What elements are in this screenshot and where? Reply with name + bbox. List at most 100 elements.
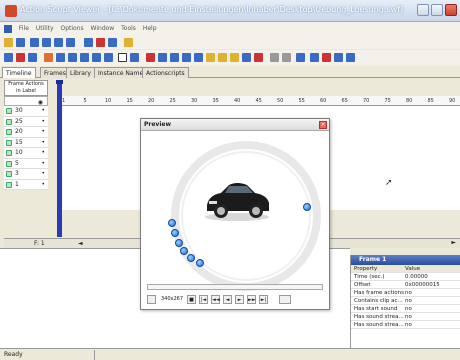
help-icon[interactable] bbox=[124, 38, 133, 47]
rewind-button[interactable]: ◄◄ bbox=[211, 295, 220, 304]
button-icon[interactable] bbox=[80, 53, 89, 62]
stop-icon[interactable] bbox=[16, 53, 25, 62]
first-frame-button[interactable]: |◄ bbox=[199, 295, 208, 304]
paste-icon[interactable] bbox=[282, 53, 291, 62]
layer-item[interactable]: 15 • bbox=[4, 137, 48, 148]
layer-item[interactable]: 3 • bbox=[4, 169, 48, 180]
last-frame-button[interactable]: ►| bbox=[259, 295, 268, 304]
font-icon[interactable] bbox=[104, 53, 113, 62]
shape-icon[interactable] bbox=[68, 53, 77, 62]
layer-icon bbox=[6, 171, 12, 177]
layer-label: 10 bbox=[15, 149, 23, 156]
tab-library[interactable]: Library bbox=[66, 67, 95, 78]
step-back-button[interactable]: ◄ bbox=[223, 295, 232, 304]
print-icon[interactable] bbox=[310, 53, 319, 62]
swf-icon[interactable] bbox=[44, 53, 53, 62]
minimize-button[interactable] bbox=[417, 4, 429, 16]
properties-column-header: Property Value bbox=[351, 265, 460, 273]
label-icon[interactable] bbox=[230, 53, 239, 62]
preview-scrollbar[interactable] bbox=[147, 284, 323, 290]
ruler-tick: 1 bbox=[62, 98, 66, 104]
sound-icon[interactable] bbox=[146, 53, 155, 62]
window-icon[interactable] bbox=[346, 53, 355, 62]
playhead[interactable] bbox=[56, 80, 63, 237]
menu-window[interactable]: Window bbox=[91, 25, 115, 32]
layer-item[interactable]: 1 • bbox=[4, 179, 48, 190]
frames-icon[interactable] bbox=[66, 38, 75, 47]
ruler-tick: 25 bbox=[169, 98, 176, 104]
refresh-icon[interactable] bbox=[28, 53, 37, 62]
ruler-tick: 20 bbox=[148, 98, 155, 104]
box-icon[interactable] bbox=[118, 53, 127, 62]
export-image-icon[interactable] bbox=[322, 53, 331, 62]
menu-tools[interactable]: Tools bbox=[121, 25, 136, 32]
orbit-button-icon[interactable] bbox=[180, 247, 188, 255]
frame-ruler[interactable]: 1 5 10 15 20 25 30 35 40 45 50 55 60 65 70 75 80 85 90 bbox=[58, 96, 460, 106]
property-row[interactable]: Has sound strea... no bbox=[351, 321, 460, 329]
settings-icon[interactable] bbox=[279, 295, 291, 304]
fast-forward-button[interactable]: ►► bbox=[247, 295, 256, 304]
preview-close-icon[interactable]: × bbox=[319, 121, 327, 129]
arrow-icon[interactable] bbox=[4, 53, 13, 62]
orbit-button-icon[interactable] bbox=[303, 203, 311, 211]
zoom-icon[interactable] bbox=[296, 53, 305, 62]
list-icon[interactable] bbox=[54, 38, 63, 47]
eye-icon[interactable]: ◉ bbox=[38, 99, 43, 106]
orbit-button-icon[interactable] bbox=[187, 254, 195, 262]
resize-icon[interactable] bbox=[147, 295, 156, 304]
layer-item[interactable]: 5 • bbox=[4, 158, 48, 169]
scroll-right-arrow[interactable]: ► bbox=[451, 239, 456, 246]
menu-options[interactable]: Options bbox=[60, 25, 83, 32]
layer-item[interactable]: 10 • bbox=[4, 148, 48, 159]
morph-icon[interactable] bbox=[194, 53, 203, 62]
tab-actionscripts[interactable]: Actionscripts bbox=[142, 67, 189, 78]
action-icon[interactable] bbox=[206, 53, 215, 62]
tab-timeline[interactable]: Timeline bbox=[2, 67, 36, 78]
filter-icon[interactable] bbox=[130, 53, 139, 62]
property-row[interactable]: Has sound strea... no bbox=[351, 313, 460, 321]
video-icon[interactable] bbox=[170, 53, 179, 62]
property-row[interactable]: Offset 0x00000015 bbox=[351, 281, 460, 289]
record-icon[interactable] bbox=[96, 38, 105, 47]
status-separator bbox=[94, 350, 95, 360]
property-row[interactable]: Has frame actions no bbox=[351, 289, 460, 297]
text-icon[interactable] bbox=[92, 53, 101, 62]
orbit-button-icon[interactable] bbox=[196, 259, 204, 267]
grid-icon[interactable] bbox=[42, 38, 51, 47]
maximize-button[interactable] bbox=[431, 4, 443, 16]
save-icon[interactable] bbox=[16, 38, 25, 47]
property-row[interactable]: Contains clip ac... no bbox=[351, 297, 460, 305]
export-icon[interactable] bbox=[30, 38, 39, 47]
layer-item[interactable]: 20 • bbox=[4, 127, 48, 138]
bookmark-icon[interactable] bbox=[254, 53, 263, 62]
menu-file[interactable]: File bbox=[19, 25, 29, 32]
property-row[interactable]: Time (sec.) 0.00000 bbox=[351, 273, 460, 281]
close-button[interactable] bbox=[445, 4, 457, 16]
layer-item[interactable]: 25 • bbox=[4, 116, 48, 127]
script-icon[interactable] bbox=[218, 53, 227, 62]
menu-help[interactable]: Help bbox=[143, 25, 157, 32]
layer-icon bbox=[6, 160, 12, 167]
orbit-button-icon[interactable] bbox=[171, 229, 179, 237]
symbol-icon[interactable] bbox=[182, 53, 191, 62]
property-row[interactable]: Has start sound no bbox=[351, 305, 460, 313]
scroll-left-arrow[interactable]: ◄ bbox=[78, 240, 83, 247]
find-icon[interactable] bbox=[242, 53, 251, 62]
play-button[interactable]: ► bbox=[235, 295, 244, 304]
orbit-button-icon[interactable] bbox=[168, 219, 176, 227]
clip-icon[interactable] bbox=[56, 53, 65, 62]
bitmap-icon[interactable] bbox=[158, 53, 167, 62]
ruler-tick: 10 bbox=[105, 98, 112, 104]
view-icon[interactable] bbox=[108, 38, 117, 47]
orbit-button-icon[interactable] bbox=[175, 239, 183, 247]
menu-utility[interactable]: Utility bbox=[36, 25, 54, 32]
open-folder-icon[interactable] bbox=[4, 38, 13, 47]
stop-button[interactable]: ■ bbox=[187, 295, 196, 304]
image-icon[interactable] bbox=[84, 38, 93, 47]
ruler-tick: 15 bbox=[126, 98, 133, 104]
corner-label-bottom: in Label bbox=[16, 88, 36, 94]
layer-item[interactable]: 30 • bbox=[4, 106, 48, 117]
copy-icon[interactable] bbox=[270, 53, 279, 62]
search-icon[interactable] bbox=[334, 53, 343, 62]
playhead-cap[interactable] bbox=[56, 80, 63, 84]
